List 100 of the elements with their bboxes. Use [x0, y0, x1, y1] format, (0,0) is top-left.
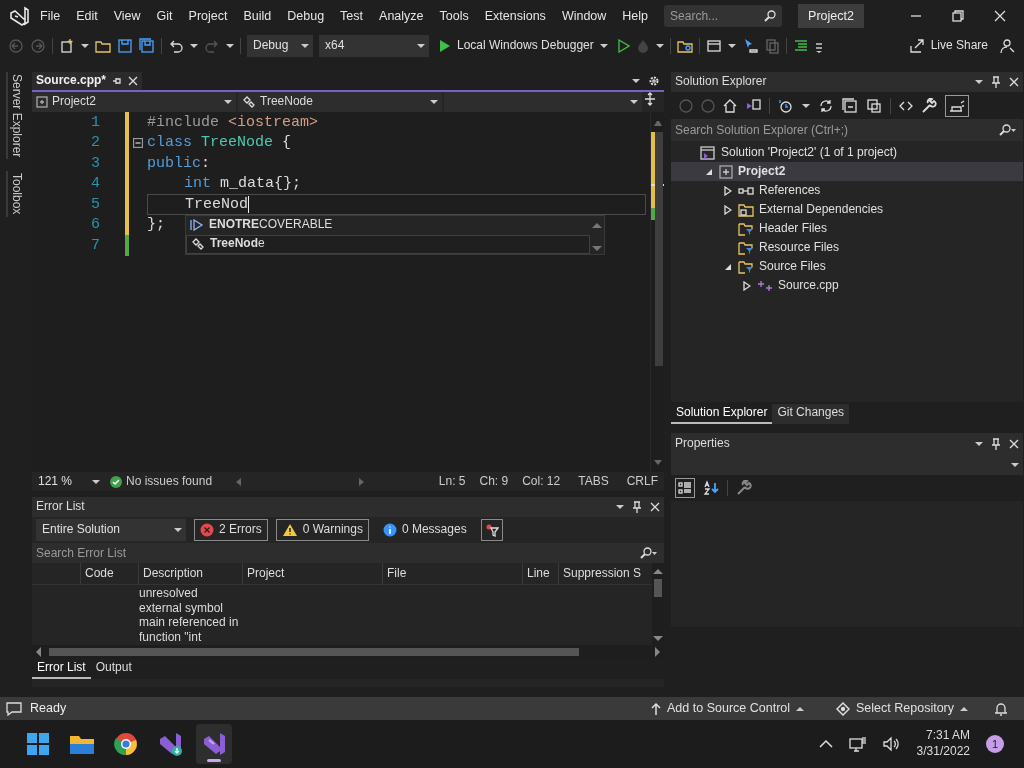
- menu-item[interactable]: Debug: [281, 4, 331, 28]
- pin-icon[interactable]: [991, 438, 1001, 450]
- collapse-icon[interactable]: [133, 137, 143, 148]
- collapse-all-icon[interactable]: [842, 97, 858, 114]
- column-header[interactable]: Suppression S: [558, 562, 648, 585]
- preview-toggle[interactable]: [945, 94, 969, 117]
- menu-item[interactable]: Build: [237, 4, 278, 28]
- network-icon[interactable]: [848, 736, 867, 752]
- copy-icon[interactable]: [866, 97, 882, 114]
- output-icon[interactable]: [6, 701, 22, 716]
- panel-tab[interactable]: Output: [90, 659, 137, 679]
- new-item-icon[interactable]: [59, 38, 75, 54]
- tree-item[interactable]: Header Files: [671, 219, 1023, 238]
- project-dropdown[interactable]: Project2: [32, 92, 236, 112]
- history-icon[interactable]: [778, 98, 794, 113]
- list-indent-icon[interactable]: [792, 38, 809, 54]
- menu-item[interactable]: Extensions: [478, 4, 552, 28]
- tree-item[interactable]: References: [671, 181, 1023, 200]
- close-icon[interactable]: [1009, 77, 1019, 87]
- add-to-source-control-button[interactable]: Add to Source Control: [647, 700, 809, 717]
- chevron-up-icon[interactable]: [818, 739, 833, 749]
- column-header[interactable]: Project: [242, 562, 382, 585]
- scope-dropdown[interactable]: TreeNode: [238, 92, 442, 112]
- zoom-dropdown[interactable]: 121 %: [38, 473, 100, 490]
- refresh-icon[interactable]: [818, 97, 834, 114]
- window-layout-icon[interactable]: [705, 38, 722, 54]
- search-field[interactable]: Search Solution Explorer (Ctrl+;): [671, 119, 1023, 141]
- dropdown-icon[interactable]: [975, 79, 983, 85]
- close-icon[interactable]: [994, 10, 1006, 22]
- search-field[interactable]: Search...: [664, 5, 783, 27]
- panel-tab[interactable]: Error List: [32, 659, 91, 679]
- panel-tab[interactable]: Git Changes: [772, 404, 850, 424]
- pin-icon[interactable]: [991, 76, 1001, 88]
- panel-tab[interactable]: Solution Explorer: [671, 404, 773, 424]
- column-header[interactable]: Code: [80, 562, 138, 585]
- split-icon[interactable]: [644, 92, 656, 106]
- dropdown-icon[interactable]: [616, 504, 624, 510]
- tree-item[interactable]: External Dependencies: [671, 200, 1023, 219]
- filter-toggle[interactable]: 0 Messages: [376, 519, 473, 541]
- notifications-icon[interactable]: [994, 701, 1008, 716]
- configuration-dropdown[interactable]: Debug: [247, 35, 313, 57]
- expanded-icon[interactable]: [724, 262, 732, 271]
- menu-item[interactable]: Analyze: [373, 4, 430, 28]
- column-header[interactable]: Description: [138, 562, 242, 585]
- vertical-scrollbar[interactable]: [650, 112, 664, 472]
- menu-item[interactable]: Test: [334, 4, 370, 28]
- restore-icon[interactable]: [952, 10, 964, 22]
- tree-item[interactable]: Project2: [671, 162, 1023, 181]
- pin-icon[interactable]: [112, 76, 123, 86]
- menu-item[interactable]: Edit: [70, 4, 104, 28]
- menu-item[interactable]: Help: [616, 4, 655, 28]
- filter-toggle[interactable]: 0 Warnings: [275, 519, 369, 541]
- collapsed-icon[interactable]: [724, 204, 732, 215]
- tree-item[interactable]: Source Files: [671, 257, 1023, 276]
- expanded-icon[interactable]: [705, 167, 713, 176]
- side-panel-tab[interactable]: Server Explorer: [6, 72, 24, 160]
- taskbar-app[interactable]: [196, 724, 232, 764]
- filter-button[interactable]: [480, 519, 503, 541]
- tree-item[interactable]: Resource Files: [671, 238, 1023, 257]
- scope-dropdown[interactable]: Entire Solution: [36, 519, 186, 541]
- folder-search-icon[interactable]: [676, 38, 693, 54]
- platform-dropdown[interactable]: x64: [319, 35, 429, 57]
- line-ending[interactable]: CRLF: [626, 473, 658, 490]
- save-icon[interactable]: [117, 38, 133, 54]
- document-tab[interactable]: Source.cpp*: [32, 72, 143, 90]
- menu-item[interactable]: Tools: [433, 4, 475, 28]
- start-debugging-button[interactable]: Local Windows Debugger: [435, 38, 612, 54]
- close-icon[interactable]: [1009, 439, 1019, 449]
- clock-date[interactable]: 3/31/2022: [916, 744, 970, 760]
- tree-item[interactable]: Source.cpp: [671, 276, 1023, 295]
- column-header[interactable]: File: [382, 562, 522, 585]
- categorized-button[interactable]: [675, 478, 695, 498]
- folder-icon[interactable]: [95, 38, 111, 54]
- home-icon[interactable]: [723, 98, 737, 113]
- close-icon[interactable]: [128, 76, 139, 86]
- menu-item[interactable]: Git: [150, 4, 179, 28]
- volume-icon[interactable]: [882, 736, 901, 752]
- collapsed-icon[interactable]: [724, 185, 732, 196]
- tab-list-icon[interactable]: [632, 78, 640, 84]
- menu-item[interactable]: Project: [182, 4, 234, 28]
- play-outline-icon[interactable]: [617, 39, 630, 53]
- filter-toggle[interactable]: 2 Errors: [194, 519, 268, 541]
- dropdown-icon[interactable]: [975, 441, 983, 447]
- settings-icon[interactable]: [648, 75, 660, 87]
- solution-view-icon[interactable]: [745, 98, 761, 113]
- sort-alpha-icon[interactable]: [703, 480, 719, 496]
- side-panel-tab[interactable]: Toolbox: [6, 171, 24, 217]
- feedback-icon[interactable]: [998, 38, 1016, 54]
- menu-item[interactable]: Window: [555, 4, 613, 28]
- clock-time[interactable]: 7:31 AM: [925, 728, 970, 744]
- select-repository-button[interactable]: Select Repository: [832, 700, 972, 717]
- live-share-button[interactable]: Live Share: [904, 38, 992, 54]
- notification-count[interactable]: 1: [986, 735, 1004, 753]
- undo-icon[interactable]: [168, 38, 184, 54]
- close-icon[interactable]: [650, 502, 660, 512]
- column-header[interactable]: Line: [522, 562, 558, 585]
- indentation-mode[interactable]: TABS: [578, 473, 609, 490]
- search-field[interactable]: Search Error List: [32, 543, 664, 563]
- save-all-icon[interactable]: [139, 38, 155, 54]
- tree-item[interactable]: Solution 'Project2' (1 of 1 project): [671, 143, 1023, 162]
